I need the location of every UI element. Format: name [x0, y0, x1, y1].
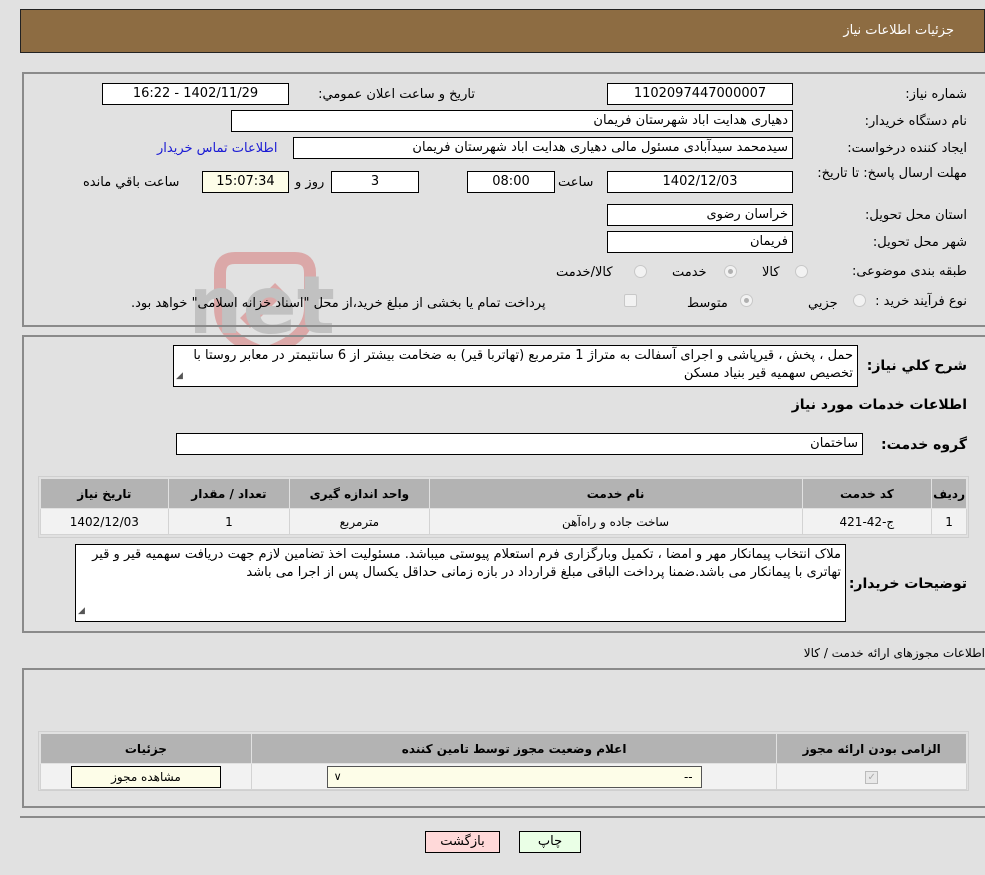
- treasury-note: پرداخت تمام یا بخشی از مبلغ خرید،از محل …: [131, 296, 546, 311]
- cell-need-date: 1402/12/03: [40, 508, 169, 535]
- buyer-org-field: دهیاری هدایت اباد شهرستان فریمان: [231, 110, 793, 132]
- buyer-notes-text: ملاک انتخاب پیمانکار مهر و امضا ، تکمیل …: [92, 547, 841, 580]
- page-header: جزئيات اطلاعات نياز: [20, 9, 985, 53]
- permit-required-checkbox[interactable]: ✓: [865, 771, 879, 784]
- treasury-checkbox[interactable]: [624, 294, 637, 307]
- page-title: جزئيات اطلاعات نياز: [843, 23, 954, 38]
- cell-unit: مترمربع: [289, 508, 430, 535]
- col-permit-status: اعلام وضعیت مجوز توسط تامین کننده: [250, 733, 778, 764]
- table-row: 1 ج-42-421 ساخت جاده و راه‌آهن مترمربع 1…: [40, 508, 967, 535]
- col-unit: واحد اندازه گیری: [289, 478, 430, 509]
- category-radio-service[interactable]: [724, 265, 737, 278]
- cell-quantity: 1: [167, 508, 291, 535]
- announce-date-label: تاريخ و ساعت اعلان عمومي:: [318, 87, 475, 102]
- service-group-label: گروه خدمت:: [881, 437, 967, 453]
- print-button[interactable]: چاپ: [519, 831, 581, 853]
- category-option-service: خدمت: [672, 265, 707, 280]
- category-radio-goods-service[interactable]: [634, 265, 647, 278]
- cell-permit-details: مشاهده مجوز: [40, 763, 252, 790]
- col-row-number: رديف: [931, 478, 967, 509]
- col-service-name: نام خدمت: [428, 478, 803, 509]
- days-label: روز و: [295, 175, 325, 190]
- process-option-minor: جزيي: [808, 296, 838, 311]
- category-option-goods-service: کالا/خدمت: [556, 265, 613, 280]
- process-label: نوع فرآیند خرید :: [875, 294, 967, 309]
- province-field: خراسان رضوی: [607, 204, 793, 226]
- permits-table: الزامی بودن ارائه مجوز اعلام وضعیت مجوز …: [40, 733, 967, 790]
- buyer-notes-label: توضیحات خریدار:: [848, 576, 967, 592]
- permit-status-value: --: [683, 769, 693, 784]
- description-textarea[interactable]: حمل ، پخش ، قیرپاشی و اجرای آسفالت به مت…: [173, 345, 858, 387]
- deadline-date-field: 1402/12/03: [607, 171, 793, 193]
- creator-field: سیدمحمد سیدآبادی مسئول مالی دهیاری هدایت…: [293, 137, 793, 159]
- resize-grip-icon[interactable]: ◢: [176, 367, 183, 385]
- deadline-time-field: 08:00: [467, 171, 555, 193]
- city-label: شهر محل تحویل:: [872, 235, 967, 250]
- chevron-down-icon: ∨: [333, 769, 342, 783]
- footer-divider: [20, 816, 985, 818]
- buyer-notes-textarea[interactable]: ملاک انتخاب پیمانکار مهر و امضا ، تکمیل …: [75, 544, 846, 622]
- services-section-title: اطلاعات خدمات مورد نياز: [791, 397, 967, 413]
- col-quantity: تعداد / مقدار: [167, 478, 291, 509]
- city-field: فریمان: [607, 231, 793, 253]
- col-permit-details: جزئیات: [40, 733, 252, 764]
- description-label: شرح كلي نياز:: [866, 358, 967, 374]
- resize-grip-icon[interactable]: ◢: [78, 602, 85, 620]
- remaining-time-label: ساعت باقي مانده: [83, 175, 180, 190]
- category-option-goods: کالا: [762, 265, 780, 280]
- need-number-label: شماره نیاز:: [905, 87, 967, 102]
- cell-permit-required: ✓: [776, 763, 967, 790]
- table-row: ✓ -- ∨ مشاهده مجوز: [40, 763, 967, 790]
- creator-label: ایجاد کننده درخواست:: [847, 141, 967, 156]
- col-need-date: تاریخ نیاز: [40, 478, 169, 509]
- cell-service-name: ساخت جاده و راه‌آهن: [428, 508, 803, 535]
- category-radio-goods[interactable]: [795, 265, 808, 278]
- deadline-time-label: ساعت: [558, 175, 594, 190]
- remaining-time-field: 15:07:34: [202, 171, 289, 193]
- view-permit-button[interactable]: مشاهده مجوز: [70, 765, 221, 788]
- cell-row-number: 1: [931, 508, 967, 535]
- services-table-header: رديف کد خدمت نام خدمت واحد اندازه گیری ت…: [40, 478, 967, 509]
- cell-permit-status: -- ∨: [250, 763, 778, 790]
- services-table: رديف کد خدمت نام خدمت واحد اندازه گیری ت…: [40, 478, 967, 535]
- buyer-org-label: نام دستگاه خریدار:: [864, 114, 967, 129]
- buyer-contact-link[interactable]: اطلاعات تماس خریدار: [157, 141, 277, 156]
- col-permit-required: الزامی بودن ارائه مجوز: [776, 733, 967, 764]
- permit-status-select[interactable]: -- ∨: [326, 765, 702, 788]
- description-text: حمل ، پخش ، قیرپاشی و اجرای آسفالت به مت…: [193, 348, 853, 381]
- service-group-field: ساختمان: [176, 433, 863, 455]
- back-button[interactable]: بازگشت: [425, 831, 500, 853]
- days-remaining-field: 3: [331, 171, 419, 193]
- col-service-code: کد خدمت: [801, 478, 933, 509]
- permits-section-title: اطلاعات مجوزهای ارائه خدمت / کالا: [803, 646, 985, 660]
- announce-date-field: 1402/11/29 - 16:22: [102, 83, 289, 105]
- process-option-medium: متوسط: [687, 296, 728, 311]
- cell-service-code: ج-42-421: [801, 508, 933, 535]
- deadline-label: مهلت ارسال پاسخ: تا تاریخ:: [817, 166, 967, 181]
- process-radio-medium[interactable]: [740, 294, 753, 307]
- province-label: استان محل تحویل:: [865, 208, 967, 223]
- permits-table-header: الزامی بودن ارائه مجوز اعلام وضعیت مجوز …: [40, 733, 967, 764]
- category-label: طبقه بندی موضوعی:: [851, 264, 967, 279]
- process-radio-minor[interactable]: [853, 294, 866, 307]
- need-number-field: 1102097447000007: [607, 83, 793, 105]
